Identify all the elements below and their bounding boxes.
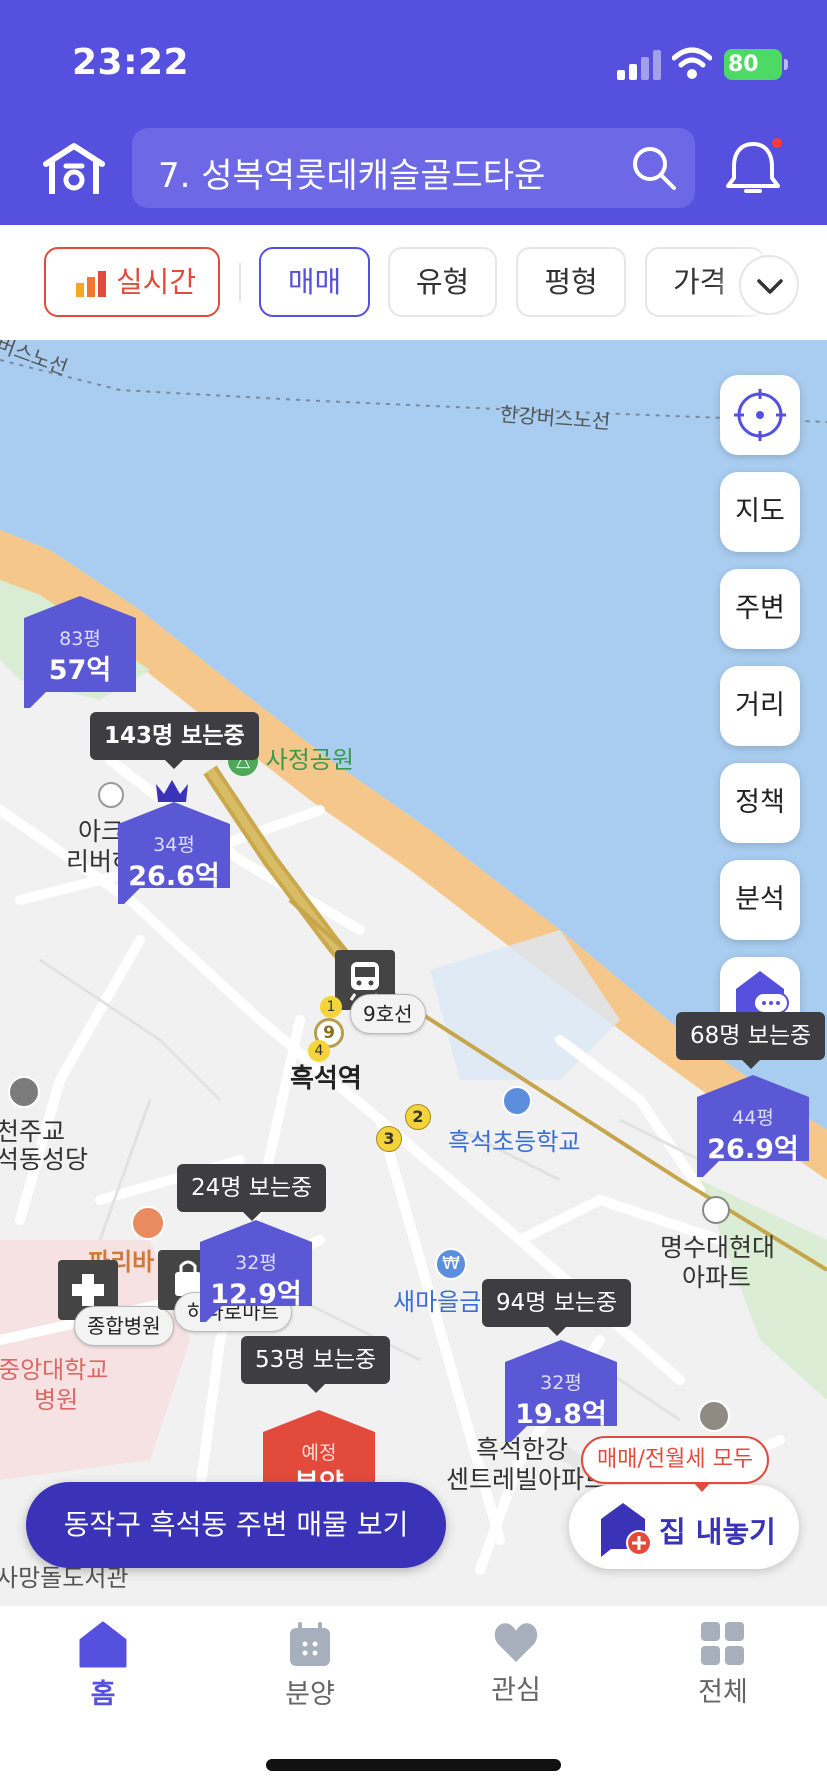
side-button-map[interactable]: 지도: [720, 472, 800, 552]
line-1-badge: 1: [320, 996, 342, 1018]
calendar-icon: [290, 1622, 330, 1666]
station-label: 흑석역: [290, 1064, 362, 1094]
price-marker[interactable]: 32평 19.8억: [505, 1340, 617, 1452]
notification-dot: [770, 136, 784, 150]
filter-chip-type[interactable]: 유형: [388, 247, 497, 317]
home-icon: [79, 1621, 127, 1668]
price-marker[interactable]: 32평 12.9억: [200, 1220, 312, 1332]
filter-bar: 실시간 매매 유형 평형 가격: [0, 225, 827, 340]
home-logo-icon[interactable]: [42, 140, 106, 196]
tab-label: 관심: [491, 1675, 541, 1706]
marker-price: 57억: [48, 655, 112, 686]
filter-chip-sale[interactable]: 매매: [259, 247, 370, 317]
market-label: 새마을금: [393, 1288, 482, 1316]
hospital-tag: 종합병원: [74, 1306, 174, 1346]
side-button-analysis[interactable]: 분석: [720, 860, 800, 940]
bank-icon: ₩: [435, 1248, 467, 1280]
house-plus-icon: [601, 1503, 652, 1557]
marker-price: 12.9억: [210, 1279, 302, 1310]
church-label-2: 석동성당: [0, 1145, 89, 1174]
school-label: 흑석초등학교: [448, 1128, 581, 1156]
tab-home[interactable]: 홈: [43, 1620, 163, 1720]
marker-price: 26.6억: [128, 861, 220, 892]
tab-presale[interactable]: 분양: [250, 1620, 370, 1720]
marker-size: 44평: [732, 1107, 774, 1129]
marker-size: 83평: [59, 628, 101, 650]
heart-icon: [494, 1623, 538, 1662]
chevron-down-icon: [757, 279, 783, 294]
marker-size: 예정: [301, 1442, 337, 1464]
crown-icon: [156, 780, 188, 802]
viewers-badge: 53명 보는중: [241, 1336, 391, 1393]
battery-indicator: 80: [724, 49, 788, 80]
marker-size: 32평: [540, 1372, 582, 1394]
side-button-nearby[interactable]: 주변: [720, 569, 800, 649]
tab-favorites[interactable]: 관심: [456, 1620, 576, 1720]
tab-label: 분양: [285, 1679, 335, 1710]
tab-all[interactable]: 전체: [663, 1620, 783, 1720]
side-button-distance[interactable]: 거리: [720, 666, 800, 746]
filter-chip-size[interactable]: 평형: [516, 247, 626, 317]
filter-divider: [239, 263, 241, 301]
church-icon: [8, 1076, 40, 1108]
line9-tag: 9호선: [350, 994, 426, 1034]
list-property-label: 집 내놓기: [659, 1515, 776, 1549]
current-location-button[interactable]: [720, 375, 800, 455]
status-time: 23:22: [72, 42, 190, 83]
bakery-icon: [131, 1206, 165, 1240]
marker-size: 32평: [235, 1252, 277, 1274]
search-icon[interactable]: [631, 145, 677, 191]
line-2-badge: 2: [405, 1104, 431, 1130]
apt-icon-myungsu: [702, 1196, 730, 1224]
park-name: 사정공원: [265, 746, 354, 774]
tab-label: 전체: [698, 1677, 748, 1708]
list-property-button[interactable]: 집 내놓기: [569, 1485, 799, 1569]
crosshair-icon: [734, 389, 786, 441]
cellular-signal-icon: [617, 50, 661, 80]
price-marker[interactable]: 44평 26.9억: [697, 1075, 809, 1187]
apt-myungsu-label-2: 아파트: [682, 1263, 752, 1292]
wifi-icon: [672, 47, 712, 79]
viewers-badge: 68명 보는중: [676, 1012, 826, 1069]
realtime-chip[interactable]: 실시간: [44, 247, 220, 317]
nearby-listings-button[interactable]: 동작구 흑석동 주변 매물 보기: [26, 1482, 446, 1568]
grid-icon: [701, 1622, 744, 1665]
map-view[interactable]: 버스노선 한강버스노선 △ 사정공원 아크로 리버하임 9호선 9 1 4 흑석…: [0, 340, 827, 1606]
price-marker[interactable]: 34평 26.6억: [118, 802, 230, 914]
marker-size: 34평: [153, 834, 195, 856]
school-icon: [502, 1086, 532, 1116]
bar-chart-icon: [76, 271, 106, 297]
search-bar[interactable]: 7. 성복역롯데캐슬골드타운: [132, 128, 695, 208]
tab-label: 홈: [90, 1679, 116, 1710]
viewers-badge: 143명 보는중: [90, 712, 259, 769]
price-marker[interactable]: 83평 57억: [24, 596, 136, 708]
apt-icon-centreville: [698, 1400, 730, 1432]
line-3-badge: 3: [376, 1126, 402, 1152]
search-input[interactable]: 7. 성복역롯데캐슬골드타운: [158, 148, 545, 197]
expand-filters-button[interactable]: [739, 255, 799, 315]
side-button-policy[interactable]: 정책: [720, 763, 800, 843]
viewers-badge: 24명 보는중: [177, 1164, 327, 1221]
marker-price: 26.9억: [707, 1134, 799, 1165]
app-header: 23:22 80 7. 성복역롯데캐슬골드타운: [0, 0, 827, 225]
hospital-label-2: 병원: [34, 1386, 79, 1414]
listing-type-bubble: 매매/전월세 모두: [581, 1436, 770, 1492]
realtime-label: 실시간: [116, 265, 197, 299]
home-indicator: [266, 1759, 561, 1771]
marker-price: 19.8억: [515, 1399, 607, 1430]
viewers-badge: 94명 보는중: [482, 1279, 632, 1336]
